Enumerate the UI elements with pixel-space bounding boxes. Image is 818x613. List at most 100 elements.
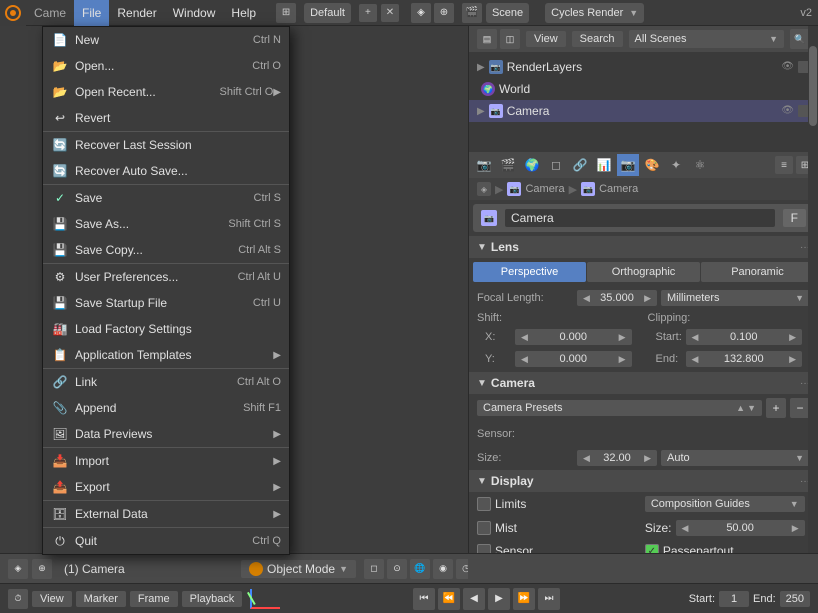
presets-remove-btn[interactable]: − (790, 398, 810, 418)
props-icon-render[interactable]: 📷 (473, 154, 495, 176)
lens-section-header[interactable]: ▼ Lens ··· (469, 236, 818, 258)
engine-icon-2[interactable]: ⊕ (434, 3, 454, 23)
menu-render[interactable]: Render (109, 0, 164, 26)
playback-prev-frame[interactable]: ⏪ (438, 588, 460, 610)
file-open-recent[interactable]: 📂 Open Recent... Shift Ctrl O ▶ (43, 79, 289, 105)
menu-help[interactable]: Help (223, 0, 264, 26)
outliner-search-btn[interactable]: Search (572, 31, 623, 47)
end-frame-field[interactable]: 250 (780, 591, 810, 607)
engine-icon-1[interactable]: ◈ (411, 3, 431, 23)
file-save-as[interactable]: 💾 Save As... Shift Ctrl S (43, 211, 289, 237)
display-size-inc[interactable]: ▶ (792, 523, 799, 534)
file-save-startup[interactable]: 💾 Save Startup File Ctrl U (43, 290, 289, 316)
viewport-ctrl-1[interactable]: ◻ (364, 559, 384, 579)
camera-section-header[interactable]: ▼ Camera ··· (469, 372, 818, 394)
timeline-marker-btn[interactable]: Marker (76, 591, 126, 607)
sensor-display-checkbox[interactable] (477, 544, 491, 553)
shift-y-dec[interactable]: ◀ (521, 354, 528, 365)
props-scrollbar[interactable] (808, 26, 818, 553)
file-recover-auto[interactable]: 🔄 Recover Auto Save... (43, 158, 289, 184)
outliner-view-btn[interactable]: View (526, 31, 566, 47)
viewport-ctrl-3[interactable]: 🌐 (410, 559, 430, 579)
render-engine-selector[interactable]: Cycles Render ▼ (545, 3, 644, 23)
passepartout-checkbox[interactable]: ✓ (645, 544, 659, 553)
shift-x-inc[interactable]: ▶ (619, 332, 626, 343)
mist-checkbox[interactable] (477, 521, 491, 535)
outliner-item-renderlayers[interactable]: ▶ 📷 RenderLayers 👁 (469, 56, 818, 78)
sensor-size-dec[interactable]: ◀ (583, 453, 590, 464)
outliner-icon-2[interactable]: ◫ (500, 29, 520, 49)
layout-add-btn[interactable]: + (359, 4, 377, 22)
props-icon-physics[interactable]: ⚛ (689, 154, 711, 176)
start-frame-field[interactable]: 1 (719, 591, 749, 607)
props-icon-particles[interactable]: ✦ (665, 154, 687, 176)
clipping-start-inc[interactable]: ▶ (789, 332, 796, 343)
playback-jump-start[interactable]: ⏮ (413, 588, 435, 610)
props-icon-material[interactable]: 🎨 (641, 154, 663, 176)
playback-jump-end[interactable]: ⏭ (538, 588, 560, 610)
props-icon-camera[interactable]: 📷 (617, 154, 639, 176)
file-import[interactable]: 📥 Import ▶ (43, 448, 289, 474)
file-link[interactable]: 🔗 Link Ctrl Alt O (43, 369, 289, 395)
shift-y-inc[interactable]: ▶ (619, 354, 626, 365)
clipping-end-dec[interactable]: ◀ (692, 354, 699, 365)
object-mode-selector[interactable]: Object Mode ▼ (241, 560, 356, 578)
sensor-size-value[interactable]: ◀ 32.00 ▶ (577, 450, 657, 466)
file-export[interactable]: 📤 Export ▶ (43, 474, 289, 500)
props-icon-scene[interactable]: 🎬 (497, 154, 519, 176)
clipping-end-inc[interactable]: ▶ (789, 354, 796, 365)
sensor-size-inc[interactable]: ▶ (644, 453, 651, 464)
shift-x-dec[interactable]: ◀ (521, 332, 528, 343)
file-save[interactable]: ✓ Save Ctrl S (43, 185, 289, 211)
focal-length-dec[interactable]: ◀ (583, 293, 590, 304)
outliner-item-camera[interactable]: ▶ 📷 Camera 👁 (469, 100, 818, 122)
props-scrollbar-thumb[interactable] (809, 46, 817, 126)
focal-length-unit[interactable]: Millimeters ▼ (661, 290, 810, 306)
viewport-ctrl-4[interactable]: ◉ (433, 559, 453, 579)
clipping-end-value[interactable]: ◀ 132.800 ▶ (686, 351, 803, 367)
viewport-ctrl-2[interactable]: ⊙ (387, 559, 407, 579)
file-load-factory[interactable]: 🏭 Load Factory Settings (43, 316, 289, 342)
outliner-scenes-dropdown[interactable]: All Scenes ▼ (629, 30, 784, 48)
outliner-search-icon[interactable]: 🔍 (790, 29, 810, 49)
playback-play-reverse[interactable]: ◀ (463, 588, 485, 610)
timeline-icon[interactable]: ⏱ (8, 589, 28, 609)
file-app-templates[interactable]: 📋 Application Templates ▶ (43, 342, 289, 368)
composition-guides-dropdown[interactable]: Composition Guides ▼ (645, 496, 805, 512)
playback-play[interactable]: ▶ (488, 588, 510, 610)
camera-name-input[interactable] (505, 209, 775, 227)
camera-presets-field[interactable]: Camera Presets ▲ ▼ (477, 400, 762, 416)
blender-logo-icon[interactable] (0, 0, 26, 26)
menu-file[interactable]: File (74, 0, 109, 26)
playback-next-frame[interactable]: ⏩ (513, 588, 535, 610)
limits-checkbox[interactable] (477, 497, 491, 511)
timeline-view-btn[interactable]: View (32, 591, 72, 607)
file-external-data[interactable]: 🗄 External Data ▶ (43, 501, 289, 527)
file-open[interactable]: 📂 Open... Ctrl O (43, 53, 289, 79)
focal-length-value[interactable]: ◀ 35.000 ▶ (577, 290, 657, 306)
display-size-dec[interactable]: ◀ (682, 523, 689, 534)
layout-close-btn[interactable]: ✕ (381, 4, 399, 22)
timeline-playback-btn[interactable]: Playback (182, 591, 243, 607)
file-user-prefs[interactable]: ⚙ User Preferences... Ctrl Alt U (43, 264, 289, 290)
layout-selector[interactable]: Default (304, 3, 351, 23)
lens-tab-orthographic[interactable]: Orthographic (587, 262, 700, 282)
display-section-header[interactable]: ▼ Display ··· (469, 470, 818, 492)
shift-y-value[interactable]: ◀ 0.000 ▶ (515, 351, 632, 367)
outliner-item-world[interactable]: 🌍 World (469, 78, 818, 100)
props-icon-object[interactable]: ◻ (545, 154, 567, 176)
layout-icon[interactable]: ⊞ (276, 3, 296, 23)
file-new[interactable]: 📄 New Ctrl N (43, 27, 289, 53)
clipping-start-value[interactable]: ◀ 0.100 ▶ (686, 329, 803, 345)
viewport-icon-2[interactable]: ⊕ (32, 559, 52, 579)
lens-tab-perspective[interactable]: Perspective (473, 262, 586, 282)
file-revert[interactable]: ↩ Revert (43, 105, 289, 131)
display-size-value[interactable]: ◀ 50.00 ▶ (676, 520, 805, 536)
file-data-previews[interactable]: 🖼 Data Previews ▶ (43, 421, 289, 447)
presets-add-btn[interactable]: + (766, 398, 786, 418)
file-quit[interactable]: ⏻ Quit Ctrl Q (43, 528, 289, 554)
focal-length-inc[interactable]: ▶ (644, 293, 651, 304)
outliner-icon-1[interactable]: ▤ (477, 29, 497, 49)
clipping-start-dec[interactable]: ◀ (692, 332, 699, 343)
scene-selector[interactable]: Scene (486, 3, 529, 23)
